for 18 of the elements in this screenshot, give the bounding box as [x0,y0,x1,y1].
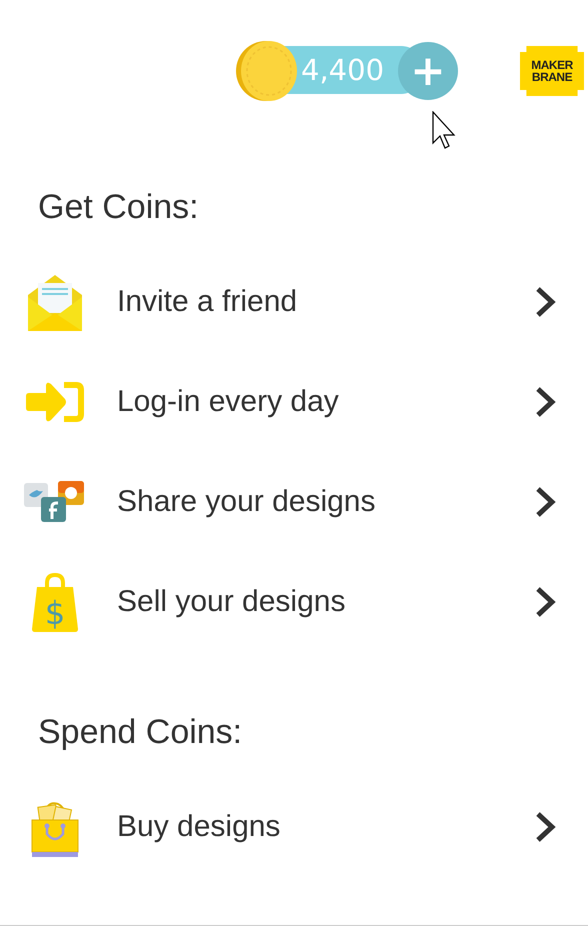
menu-item-label[interactable]: Invite a friend [117,285,534,319]
section-heading: Get Coins: [37,187,200,227]
menu-item-label[interactable]: Buy designs [117,810,534,844]
chevron-right-icon[interactable] [534,585,558,619]
section-heading: Spend Coins: [37,712,244,752]
logo-text: BRANE [532,71,572,83]
menu-item-label[interactable]: Log-in every day [117,385,534,419]
coin-balance: 4,400 [301,53,384,87]
menu-item-label[interactable]: Share your designs [117,485,534,519]
mouse-cursor-icon [432,111,456,151]
logo[interactable]: MAKER BRANE [520,46,584,96]
menu-item-label[interactable]: Sell your designs [117,585,534,619]
chevron-right-icon[interactable] [534,485,558,519]
chevron-right-icon[interactable] [534,285,558,319]
chevron-right-icon[interactable] [534,385,558,419]
coin-icon [235,41,297,101]
chevron-right-icon[interactable] [534,810,558,844]
logo-text: MAKER [531,59,573,71]
